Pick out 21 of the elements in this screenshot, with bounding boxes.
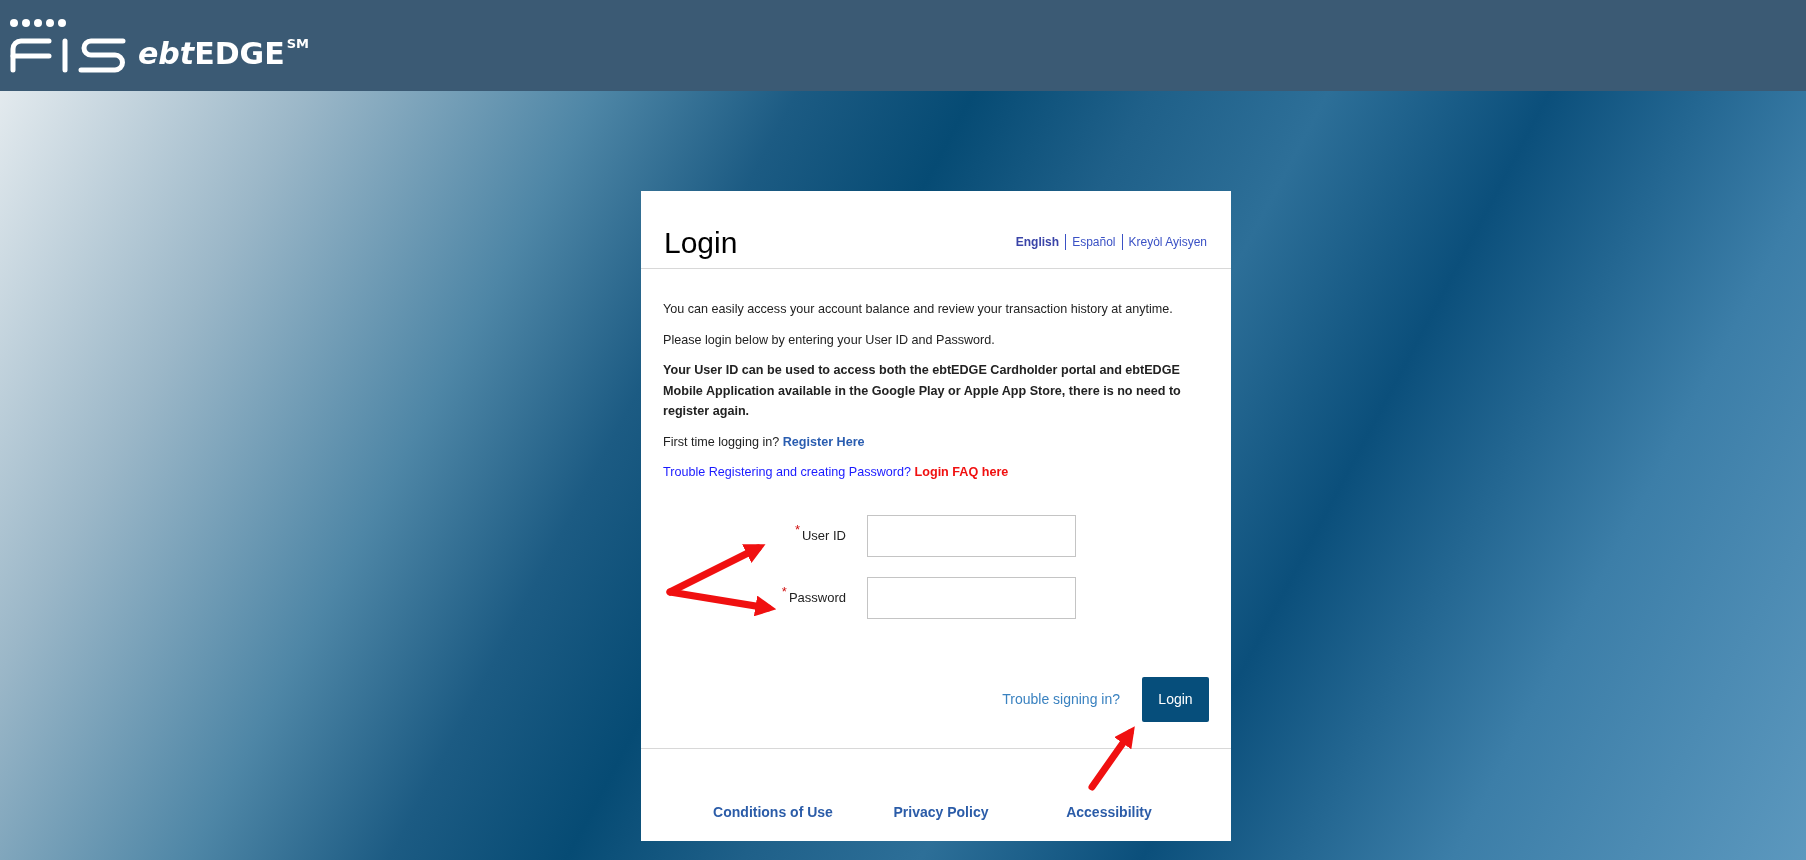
help-prompt: Trouble Registering and creating Password? Login FAQ here	[663, 464, 1010, 481]
info-text: You can easily access your account balance and review your transaction history at anytime.	[663, 301, 1174, 318]
language-link[interactable]: Español	[1065, 234, 1122, 250]
footer-link[interactable]: Accessibility	[1025, 803, 1193, 820]
arrow-drawing	[1088, 726, 1135, 791]
faq-link[interactable]: Login FAQ here	[914, 465, 1009, 479]
login-button[interactable]: Login	[1142, 676, 1209, 722]
language-link[interactable]: Kreyòl Ayisyen	[1121, 234, 1213, 250]
trouble-link[interactable]: Trouble signing in?	[1002, 691, 1120, 707]
register-prompt: First time logging in? Register Here	[663, 433, 866, 451]
footer-link[interactable]: Conditions of Use	[689, 803, 857, 820]
info-text: Please login below by entering your User ID and Password.	[663, 331, 996, 349]
product-logo: ebtEDGE$^{SM}$	[138, 36, 309, 71]
register-link[interactable]: Register Here	[782, 434, 865, 449]
footer-link[interactable]: Privacy Policy	[857, 803, 1025, 820]
input-field[interactable]	[867, 514, 1076, 557]
input-field[interactable]	[867, 576, 1076, 619]
fis-logo-icon	[10, 18, 126, 73]
page-title: Login	[664, 226, 738, 260]
info-text: Your User ID can be used to access both the ebtEDGE Cardholder portal and ebtEDGE Mobile Application available in the Google Play or Apple App Store, there is no need to register again.	[663, 362, 1182, 420]
language-link[interactable]: English	[1009, 234, 1066, 250]
